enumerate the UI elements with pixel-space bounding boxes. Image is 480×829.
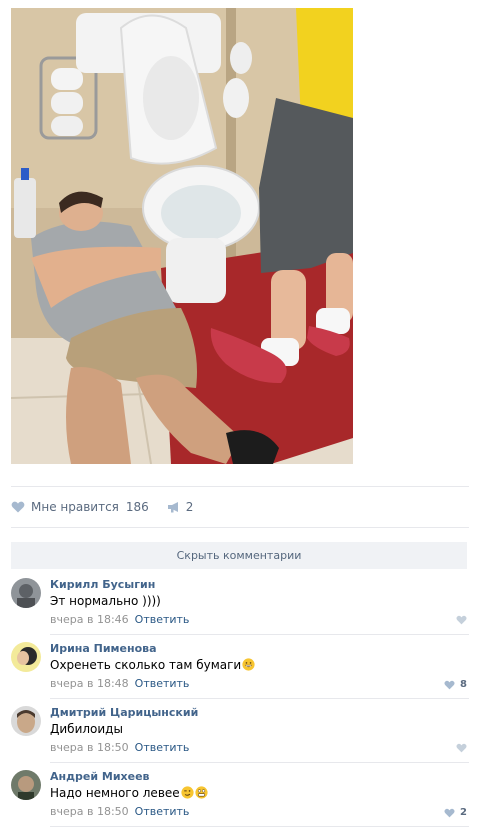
megaphone-icon	[167, 502, 178, 513]
comment-text: Эт нормально ))))	[50, 594, 161, 608]
grinning-emoji	[242, 658, 255, 671]
heart-icon	[444, 808, 455, 817]
avatar[interactable]	[11, 706, 41, 736]
comment-like-count: 2	[460, 807, 467, 818]
comment-item: Ирина Пименова Охренеть сколько там бума…	[11, 637, 467, 701]
reply-button[interactable]: Ответить	[135, 741, 190, 754]
comment-like-button[interactable]: 2	[444, 807, 467, 818]
avatar[interactable]	[11, 770, 41, 800]
like-label: Мне нравится	[31, 500, 119, 514]
heart-icon	[456, 615, 467, 625]
comment-time[interactable]: вчера в 18:48	[50, 677, 129, 690]
comment-like-button[interactable]	[456, 615, 467, 625]
comment-like-button[interactable]: 8	[444, 679, 467, 690]
comment-text: Дибилоиды	[50, 722, 123, 736]
divider	[50, 634, 469, 635]
comment-text-body: Надо немного левее	[50, 786, 180, 800]
comment-meta: вчера в 18:48 Ответить	[50, 677, 189, 690]
comment-like-button[interactable]	[456, 743, 467, 753]
hide-comments-button[interactable]: Скрыть комментарии	[11, 542, 467, 569]
heart-icon	[456, 743, 467, 753]
comment-like-count: 8	[460, 679, 467, 690]
comment-meta: вчера в 18:50 Ответить	[50, 741, 189, 754]
divider	[50, 698, 469, 699]
share-count: 2	[185, 500, 194, 514]
comment-item: Дмитрий Царицынский Дибилоиды вчера в 18…	[11, 701, 467, 765]
comment-author[interactable]: Дмитрий Царицынский	[50, 706, 198, 719]
hide-comments-label: Скрыть комментарии	[176, 549, 302, 562]
comment-time[interactable]: вчера в 18:50	[50, 805, 129, 818]
post-actions: Мне нравится 186 2	[11, 497, 193, 517]
comment-author[interactable]: Ирина Пименова	[50, 642, 157, 655]
heart-icon	[11, 501, 25, 513]
comment-author[interactable]: Андрей Михеев	[50, 770, 150, 783]
comment-item: Андрей Михеев Надо немного левее вчера в…	[11, 765, 467, 829]
divider	[11, 527, 469, 528]
comment-time[interactable]: вчера в 18:50	[50, 741, 129, 754]
avatar[interactable]	[11, 642, 41, 672]
post-photo[interactable]	[11, 8, 353, 464]
like-button[interactable]: Мне нравится 186	[11, 500, 149, 514]
heart-icon	[444, 680, 455, 689]
share-button[interactable]: 2	[167, 500, 194, 514]
comment-meta: вчера в 18:46 Ответить	[50, 613, 189, 626]
wink-emoji	[181, 786, 194, 799]
comment-meta: вчера в 18:50 Ответить	[50, 805, 189, 818]
like-count: 186	[125, 500, 149, 514]
comment-text-body: Охренеть сколько там бумаги	[50, 658, 242, 672]
comment-time[interactable]: вчера в 18:46	[50, 613, 129, 626]
reply-button[interactable]: Ответить	[135, 613, 190, 626]
avatar[interactable]	[11, 578, 41, 608]
grimace-emoji	[195, 786, 208, 799]
comment-text: Надо немного левее	[50, 786, 208, 800]
reply-button[interactable]: Ответить	[135, 677, 190, 690]
comment-item: Кирилл Бусыгин Эт нормально )))) вчера в…	[11, 573, 467, 637]
comment-author[interactable]: Кирилл Бусыгин	[50, 578, 155, 591]
reply-button[interactable]: Ответить	[135, 805, 190, 818]
divider	[11, 486, 469, 487]
divider	[50, 762, 469, 763]
comment-text: Охренеть сколько там бумаги	[50, 658, 255, 672]
